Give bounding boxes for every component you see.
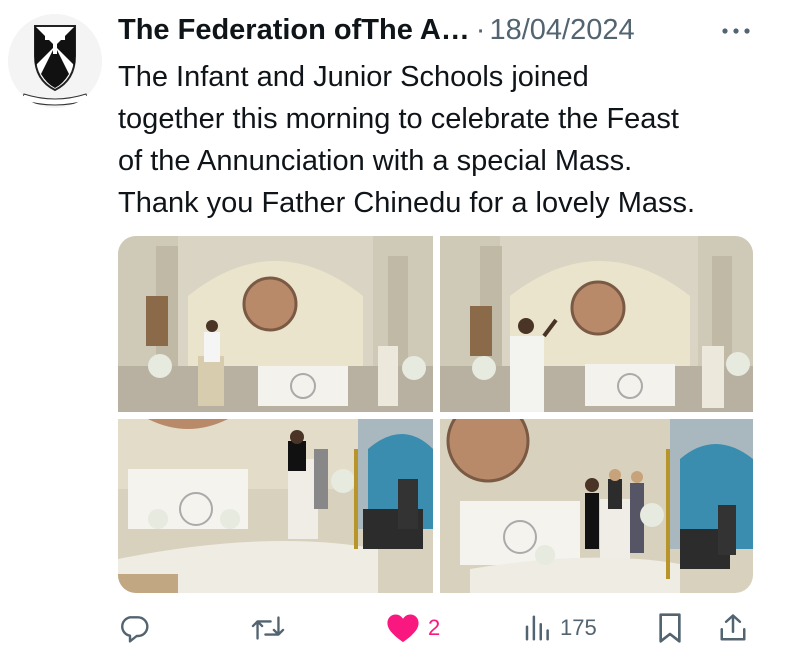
tweet-text-line: Thank you Father Chinedu for a lovely Ma…: [118, 187, 696, 219]
tweet-text-line: of the Annunciation with a special Mass.: [118, 145, 633, 177]
bookmark-button[interactable]: [656, 606, 684, 650]
author-name[interactable]: The Federation ofThe A…: [118, 14, 470, 47]
dominican-shield-logo: [8, 14, 102, 108]
views-icon: [525, 615, 549, 641]
retweet-button[interactable]: [251, 606, 293, 650]
share-icon: [720, 614, 746, 641]
bookmark-icon: [659, 613, 681, 643]
tweet-actions: 2 175: [118, 606, 758, 650]
more-dots-icon: [722, 28, 750, 34]
views-count: 175: [560, 615, 597, 640]
tweet-header: The Federation ofThe A… · 18/04/2024: [118, 10, 635, 50]
more-options-button[interactable]: [716, 16, 756, 46]
tweet-text-line: The Infant and Junior Schools joined: [118, 61, 589, 93]
reply-button[interactable]: [118, 606, 158, 650]
heart-icon: [387, 614, 419, 643]
share-button[interactable]: [718, 606, 748, 650]
header-separator: ·: [475, 13, 486, 46]
church-altar-photo-4[interactable]: [440, 419, 753, 593]
views-button[interactable]: 175: [522, 606, 597, 650]
tweet-text-line: together this morning to celebrate the F…: [118, 103, 679, 135]
avatar[interactable]: [8, 14, 102, 108]
tweet-text: The Infant and Junior Schools joined tog…: [118, 56, 768, 224]
media-grid: [118, 236, 753, 593]
like-count: 2: [428, 615, 441, 640]
like-button[interactable]: 2: [386, 606, 440, 650]
reply-icon: [121, 616, 149, 643]
church-altar-photo-1[interactable]: [118, 236, 433, 412]
tweet-date[interactable]: 18/04/2024: [489, 14, 634, 47]
church-altar-photo-2[interactable]: [440, 236, 753, 412]
retweet-icon: [251, 616, 285, 640]
church-altar-photo-3[interactable]: [118, 419, 433, 593]
